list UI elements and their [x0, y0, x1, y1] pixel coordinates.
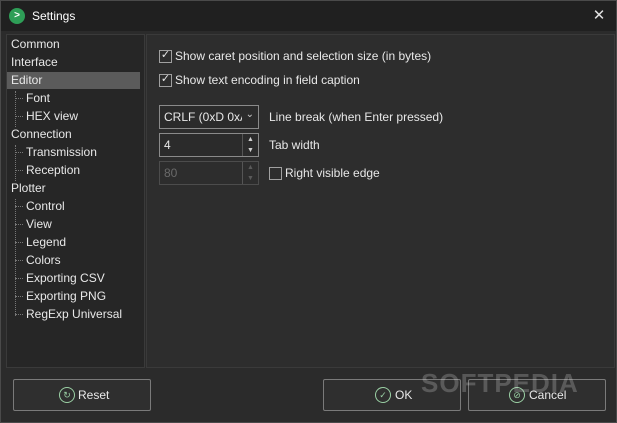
tree-item-view[interactable]: View: [26, 216, 52, 233]
tree-item-connection[interactable]: Connection: [7, 126, 72, 143]
tab-width-label: Tab width: [269, 138, 320, 152]
show-encoding-checkbox[interactable]: ✓: [159, 73, 172, 87]
show-encoding-label: Show text encoding in field caption: [175, 73, 360, 87]
tree-item-colors[interactable]: Colors: [26, 252, 61, 269]
tree-item-transmission[interactable]: Transmission: [26, 144, 97, 161]
right-edge-label: Right visible edge: [285, 166, 380, 180]
show-caret-checkbox[interactable]: ✓: [159, 49, 172, 63]
right-edge-spinner[interactable]: 80 ▲ ▼: [159, 161, 259, 185]
tree-item-hex-view[interactable]: HEX view: [26, 108, 78, 125]
spin-down-icon[interactable]: ▼: [243, 173, 258, 184]
tree-item-regexp-universal[interactable]: RegExp Universal: [26, 306, 122, 323]
tree-guide-branch: [15, 206, 23, 207]
tree-guide-branch: [15, 242, 23, 243]
tree-guide-branch: [15, 170, 23, 171]
tree-guide-branch: [15, 98, 23, 99]
tree-guide-branch: [15, 116, 23, 117]
reset-button-label: Reset: [78, 388, 110, 402]
window-title: Settings: [32, 9, 76, 23]
tree-item-interface[interactable]: Interface: [7, 54, 144, 71]
refresh-icon: ↻: [59, 387, 75, 403]
tree-guide-branch: [15, 296, 23, 297]
line-break-label: Line break (when Enter pressed): [269, 110, 444, 124]
reset-button[interactable]: ↻ Reset: [13, 379, 151, 411]
settings-window: > Settings ✕ Common Interface Editor Fon…: [0, 0, 617, 423]
tab-width-spinner[interactable]: 4 ▲ ▼: [159, 133, 259, 157]
tree-item-exporting-csv[interactable]: Exporting CSV: [26, 270, 105, 287]
show-caret-label: Show caret position and selection size (…: [175, 49, 432, 63]
line-break-value: CRLF (0xD 0xA): [164, 110, 242, 124]
tree-guide-line: [15, 91, 16, 127]
terminal-icon: >: [9, 8, 25, 24]
checkmark-icon: ✓: [160, 73, 171, 85]
tree-guide-line: [15, 199, 16, 316]
right-edge-checkbox[interactable]: [269, 167, 282, 180]
tree-item-control[interactable]: Control: [26, 198, 65, 215]
spinner-buttons: ▲ ▼: [242, 162, 258, 184]
spinner-buttons: ▲ ▼: [242, 134, 258, 156]
line-break-select[interactable]: CRLF (0xD 0xA) ⌄: [159, 105, 259, 129]
tree-guide-branch: [15, 152, 23, 153]
tree-item-legend[interactable]: Legend: [26, 234, 66, 251]
spin-up-icon[interactable]: ▲: [243, 134, 258, 145]
tree-guide-branch: [15, 224, 23, 225]
tree-item-exporting-png[interactable]: Exporting PNG: [26, 288, 106, 305]
tree-guide-branch: [15, 260, 23, 261]
tree-guide-branch: [15, 278, 23, 279]
tree-item-editor[interactable]: Editor: [7, 72, 140, 89]
settings-tree: Common Interface Editor Font HEX view Co…: [6, 34, 145, 368]
ok-button-label: OK: [395, 388, 413, 402]
tree-item-reception[interactable]: Reception: [26, 162, 80, 179]
tree-item-common[interactable]: Common: [7, 36, 144, 53]
chevron-down-icon: ⌄: [245, 109, 254, 120]
checkmark-icon: ✓: [160, 49, 171, 61]
check-circle-icon: ✓: [375, 387, 391, 403]
spin-up-icon[interactable]: ▲: [243, 162, 258, 173]
title-bar: > Settings ✕: [1, 1, 616, 31]
softpedia-watermark: SOFTPEDIA: [421, 368, 579, 398]
right-edge-value: 80: [164, 166, 178, 180]
tree-item-font[interactable]: Font: [26, 90, 50, 107]
tree-guide-line: [15, 145, 16, 181]
spin-down-icon[interactable]: ▼: [243, 145, 258, 156]
tab-width-value: 4: [164, 138, 171, 152]
tree-item-plotter[interactable]: Plotter: [7, 180, 46, 197]
tree-guide-branch: [15, 314, 23, 315]
close-button[interactable]: ✕: [582, 1, 616, 31]
